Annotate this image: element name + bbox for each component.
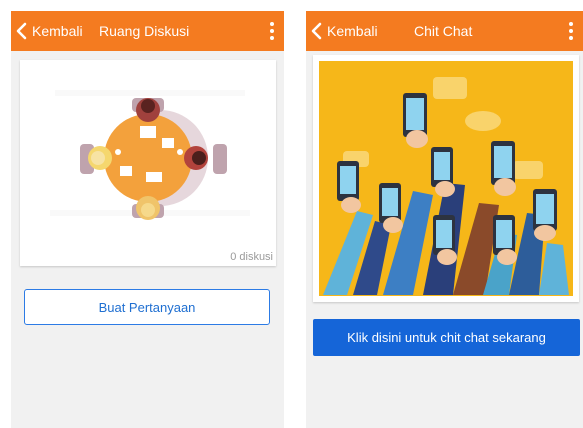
more-vertical-icon[interactable] (268, 22, 276, 40)
back-button[interactable]: Kembali (15, 22, 83, 40)
more-vertical-icon[interactable] (567, 22, 575, 40)
discussion-count: 0 diskusi (230, 251, 273, 263)
discussion-room-screen: Kembali Ruang Diskusi 0 diskusi Buat Per… (11, 11, 284, 428)
page-title: Chit Chat (414, 23, 473, 39)
back-label: Kembali (32, 23, 83, 39)
create-question-button[interactable]: Buat Pertanyaan (24, 289, 270, 325)
chevron-left-icon (311, 22, 322, 40)
back-label: Kembali (327, 23, 378, 39)
chit-chat-card (313, 55, 579, 302)
discussion-table-illustration (20, 60, 276, 266)
app-bar: Kembali Chit Chat (306, 11, 583, 51)
chit-chat-screen: Kembali Chit Chat Klik disini untuk chit… (306, 11, 583, 428)
raised-phones-illustration (313, 55, 579, 302)
page-title: Ruang Diskusi (99, 23, 190, 39)
start-chit-chat-button[interactable]: Klik disini untuk chit chat sekarang (313, 319, 580, 356)
app-bar: Kembali Ruang Diskusi (11, 11, 284, 51)
back-button[interactable]: Kembali (310, 22, 378, 40)
discussion-card: 0 diskusi (20, 60, 276, 266)
chevron-left-icon (16, 22, 27, 40)
